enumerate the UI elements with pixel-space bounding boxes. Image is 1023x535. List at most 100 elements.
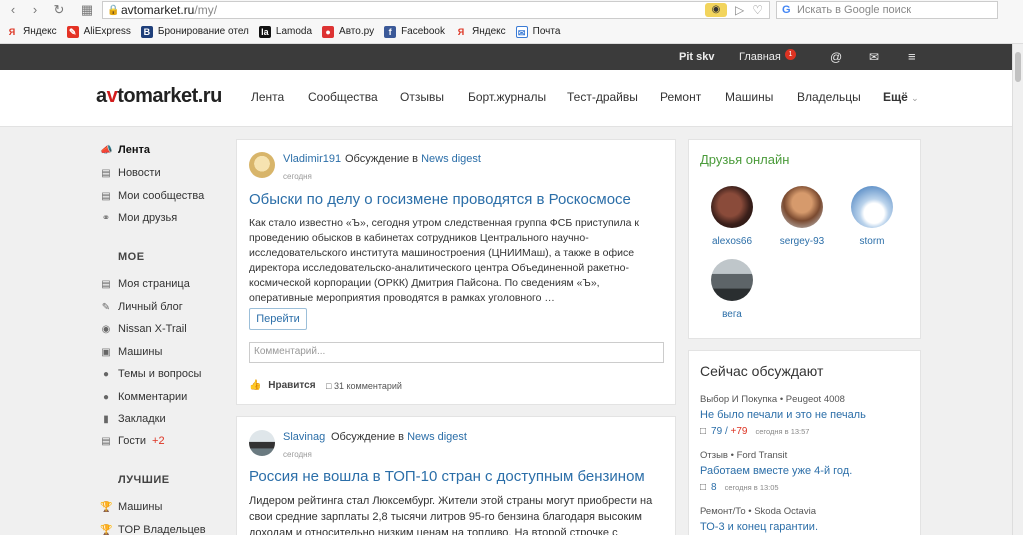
comment-icon: □ xyxy=(700,482,707,493)
nav-communities[interactable]: Сообщества xyxy=(308,90,378,104)
left-sidebar: 📣 Лента ▤ Новости ▤ Мои сообщества ⚭ Мои дру… xyxy=(0,127,236,535)
bubble-icon: ● xyxy=(102,368,110,380)
sidebar-item-top-owners[interactable]: 🏆 TOP Владельцев xyxy=(100,524,206,535)
mail-icon: ✉ xyxy=(515,25,528,38)
post-title[interactable]: Обыски по делу о госизмене проводятся в … xyxy=(249,191,631,208)
nav-feed[interactable]: Лента xyxy=(251,90,284,104)
nav-repair[interactable]: Ремонт xyxy=(660,90,701,104)
like-button[interactable]: 👍 Нравится xyxy=(249,380,316,391)
bookmark-yandex-2[interactable]: Я Яндекс xyxy=(455,26,506,38)
address-bar[interactable]: 🔒 avtomarket.ru/my/ ◉ ▷ ♡ xyxy=(102,1,770,19)
avatar[interactable] xyxy=(249,152,275,178)
nav-reviews[interactable]: Отзывы xyxy=(400,90,444,104)
avatar[interactable] xyxy=(249,430,275,456)
topbar-home[interactable]: Главная xyxy=(739,44,781,70)
notification-badge: 1 xyxy=(785,49,796,60)
post-author[interactable]: Slavinag xyxy=(283,431,325,443)
comments-count[interactable]: □ 31 комментарий xyxy=(326,381,402,391)
nav-testdrives[interactable]: Тест-драйвы xyxy=(567,90,638,104)
bookmark-mail[interactable]: ✉ Почта xyxy=(515,25,560,38)
nav-cars[interactable]: Машины xyxy=(725,90,773,104)
nav-owners[interactable]: Владельцы xyxy=(797,90,861,104)
back-icon[interactable]: ‹ xyxy=(2,0,24,20)
steering-icon: ◉ xyxy=(101,323,111,335)
scrollbar-thumb[interactable] xyxy=(1015,52,1021,82)
bookmark-booking[interactable]: B Бронирование отел xyxy=(140,25,249,38)
address-host: avtomarket.ru xyxy=(121,3,195,17)
sidebar-item-bookmarks[interactable]: ▮ Закладки xyxy=(100,413,165,425)
widget-title: Сейчас обсуждают xyxy=(700,363,824,379)
post-author[interactable]: Vladimir191 xyxy=(283,153,341,165)
discussion-meta: □ 8 сегодня в 13:05 xyxy=(700,482,779,493)
reload-icon[interactable]: ↻ xyxy=(48,0,70,20)
guests-count: +2 xyxy=(152,435,165,447)
post-date: сегодня xyxy=(283,172,312,181)
sidebar-item-cars[interactable]: ▣ Машины xyxy=(100,346,162,358)
sidebar-item-my-communities[interactable]: ▤ Мои сообщества xyxy=(100,190,204,202)
read-more-button[interactable]: Перейти xyxy=(249,308,307,330)
browser-toolbar: ‹ › ↻ ▦ 🔒 avtomarket.ru/my/ ◉ ▷ ♡ G Иска… xyxy=(0,0,1023,20)
friend-card[interactable]: alexos66 xyxy=(702,186,762,247)
post-title[interactable]: Россия не вошла в ТОП-10 стран с доступн… xyxy=(249,468,645,485)
forward-icon[interactable]: › xyxy=(24,0,46,20)
aliexpress-icon: ✎ xyxy=(66,25,79,38)
key-icon[interactable]: ◉ xyxy=(705,3,727,17)
bookmark-lamoda[interactable]: la Lamoda xyxy=(258,25,312,38)
megaphone-icon: 📣 xyxy=(100,144,113,156)
sidebar-item-feed[interactable]: 📣 Лента xyxy=(100,144,150,156)
friend-card[interactable]: вега xyxy=(702,259,762,320)
sidebar-item-blog[interactable]: ✎ Личный блог xyxy=(100,301,183,313)
chevron-down-icon: ⌄ xyxy=(911,93,919,103)
avatar xyxy=(781,186,823,228)
heart-icon[interactable]: ♡ xyxy=(752,3,763,17)
site-header: avtomarket.ru Лента Сообщества Отзывы Бо… xyxy=(0,70,1023,127)
sidebar-item-my-page[interactable]: ▤ Моя страница xyxy=(100,278,190,290)
sidebar-item-comments[interactable]: ● Комментарии xyxy=(100,391,187,403)
friends-online-widget: Друзья онлайн alexos66 sergey-93 storm в… xyxy=(688,139,921,339)
now-discussed-widget: Сейчас обсуждают Выбор И Покупка • Peuge… xyxy=(688,350,921,535)
site-topbar: Pit skv Главная 1 @ ✉ ≡ xyxy=(0,44,1023,70)
discussion-link[interactable]: News digest xyxy=(407,431,467,443)
nav-more[interactable]: Ещё ⌄ xyxy=(883,90,919,104)
lock-icon: 🔒 xyxy=(107,4,120,16)
sidebar-item-guests[interactable]: ▤ Гости +2 xyxy=(100,435,165,447)
friend-card[interactable]: storm xyxy=(842,186,902,247)
topbar-user[interactable]: Pit skv xyxy=(679,44,714,70)
google-icon: G xyxy=(782,4,791,16)
sidebar-item-my-friends[interactable]: ⚭ Мои друзья xyxy=(100,212,177,224)
bookmark-facebook[interactable]: f Facebook xyxy=(384,25,445,38)
sidebar-section-best: ЛУЧШИЕ xyxy=(118,474,170,486)
facebook-icon: f xyxy=(384,25,397,38)
discussion-title[interactable]: Работаем вместе уже 4-й год. xyxy=(700,465,852,477)
at-icon[interactable]: @ xyxy=(830,44,842,70)
friend-card[interactable]: sergey-93 xyxy=(772,186,832,247)
sidebar-item-car[interactable]: ◉ Nissan X-Trail xyxy=(100,323,187,335)
bookmark-yandex[interactable]: Я Яндекс xyxy=(6,26,57,38)
comment-input[interactable]: Комментарий... xyxy=(249,342,664,363)
discussion-link[interactable]: News digest xyxy=(421,153,481,165)
envelope-icon[interactable]: ✉ xyxy=(869,44,879,70)
autoru-icon: ● xyxy=(322,25,335,38)
avatar xyxy=(851,186,893,228)
page-scrollbar[interactable] xyxy=(1012,44,1023,535)
discussion-title[interactable]: ТО-3 и конец гарантии. xyxy=(700,521,818,533)
post-discussion: Обсуждение в News digest xyxy=(345,153,481,165)
discussion-title[interactable]: Не было печали и это не печаль xyxy=(700,409,866,421)
apps-grid-icon[interactable]: ▦ xyxy=(76,0,98,20)
bookmark-aliexpress[interactable]: ✎ AliExpress xyxy=(66,25,131,38)
friend-name: storm xyxy=(859,236,885,247)
nav-logbooks[interactable]: Борт.журналы xyxy=(468,90,546,104)
site-logo[interactable]: avtomarket.ru xyxy=(96,85,222,108)
widget-title: Друзья онлайн xyxy=(700,152,790,167)
booking-icon: B xyxy=(140,25,153,38)
sidebar-item-best-cars[interactable]: 🏆 Машины xyxy=(100,501,162,513)
post-date: сегодня xyxy=(283,450,312,459)
sidebar-item-topics[interactable]: ● Темы и вопросы xyxy=(100,368,201,380)
news-icon: ▤ xyxy=(101,167,111,179)
bookmark-autoru[interactable]: ● Авто.ру xyxy=(322,25,374,38)
google-search-input[interactable]: G Искать в Google поиск xyxy=(776,1,998,19)
sidebar-item-news[interactable]: ▤ Новости xyxy=(100,167,160,179)
hamburger-icon[interactable]: ≡ xyxy=(908,44,916,70)
avatar xyxy=(711,186,753,228)
share-icon[interactable]: ▷ xyxy=(735,3,744,17)
